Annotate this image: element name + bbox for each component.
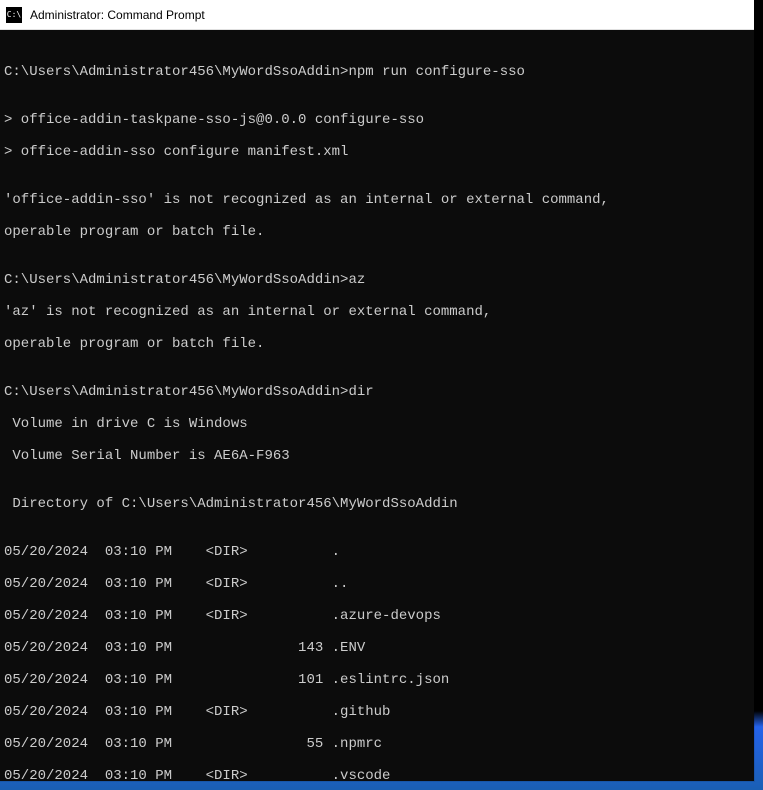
prompt: C:\Users\Administrator456\MyWordSsoAddin… — [4, 272, 348, 288]
error-output: operable program or batch file. — [4, 336, 748, 352]
window-title: Administrator: Command Prompt — [30, 8, 748, 22]
dir-entry: 05/20/2024 03:10 PM <DIR> .vscode — [4, 768, 748, 781]
dir-entry: 05/20/2024 03:10 PM <DIR> .. — [4, 576, 748, 592]
dir-output: Volume Serial Number is AE6A-F963 — [4, 448, 748, 464]
dir-entry: 05/20/2024 03:10 PM 101 .eslintrc.json — [4, 672, 748, 688]
error-output: operable program or batch file. — [4, 224, 748, 240]
command: az — [348, 272, 365, 288]
blank-line — [4, 48, 748, 64]
dir-entry: 05/20/2024 03:10 PM <DIR> .github — [4, 704, 748, 720]
prompt-line: C:\Users\Administrator456\MyWordSsoAddin… — [4, 272, 748, 288]
prompt-line: C:\Users\Administrator456\MyWordSsoAddin… — [4, 64, 748, 80]
dir-entry: 05/20/2024 03:10 PM <DIR> . — [4, 544, 748, 560]
command: npm run configure-sso — [348, 64, 524, 80]
dir-output: Volume in drive C is Windows — [4, 416, 748, 432]
cmd-icon: C:\ — [6, 7, 22, 23]
npm-output: > office-addin-taskpane-sso-js@0.0.0 con… — [4, 112, 748, 128]
command-prompt-window: C:\ Administrator: Command Prompt C:\Use… — [0, 0, 754, 781]
command: dir — [348, 384, 373, 400]
error-output: 'az' is not recognized as an internal or… — [4, 304, 748, 320]
prompt-line: C:\Users\Administrator456\MyWordSsoAddin… — [4, 384, 748, 400]
dir-entry: 05/20/2024 03:10 PM 143 .ENV — [4, 640, 748, 656]
dir-entry: 05/20/2024 03:10 PM 55 .npmrc — [4, 736, 748, 752]
prompt: C:\Users\Administrator456\MyWordSsoAddin… — [4, 384, 348, 400]
npm-output: > office-addin-sso configure manifest.xm… — [4, 144, 748, 160]
prompt: C:\Users\Administrator456\MyWordSsoAddin… — [4, 64, 348, 80]
dir-entry: 05/20/2024 03:10 PM <DIR> .azure-devops — [4, 608, 748, 624]
titlebar[interactable]: C:\ Administrator: Command Prompt — [0, 0, 754, 30]
dir-output: Directory of C:\Users\Administrator456\M… — [4, 496, 748, 512]
error-output: 'office-addin-sso' is not recognized as … — [4, 192, 748, 208]
terminal-output[interactable]: C:\Users\Administrator456\MyWordSsoAddin… — [0, 30, 754, 781]
